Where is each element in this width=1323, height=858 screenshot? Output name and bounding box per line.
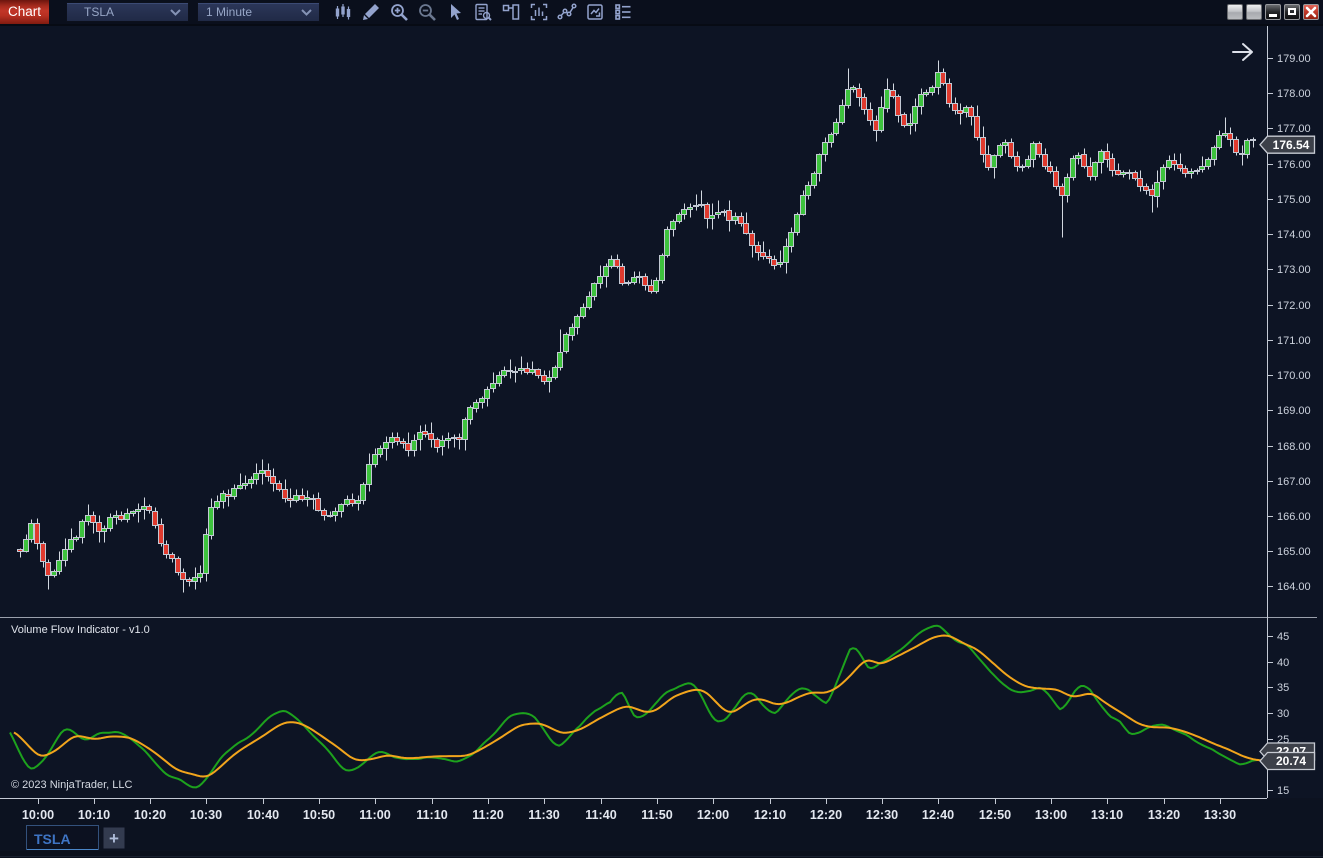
svg-text:178.00: 178.00: [1277, 88, 1311, 100]
svg-text:13:10: 13:10: [1091, 808, 1123, 822]
svg-text:10:00: 10:00: [22, 808, 54, 822]
svg-text:166.00: 166.00: [1277, 511, 1311, 523]
svg-text:11:10: 11:10: [416, 808, 448, 822]
svg-text:10:10: 10:10: [78, 808, 110, 822]
svg-text:+: +: [109, 829, 119, 848]
svg-text:173.00: 173.00: [1277, 264, 1311, 276]
svg-text:167.00: 167.00: [1277, 476, 1311, 488]
svg-text:11:00: 11:00: [359, 808, 391, 822]
svg-text:170.00: 170.00: [1277, 370, 1311, 382]
svg-text:12:10: 12:10: [754, 808, 786, 822]
svg-text:13:30: 13:30: [1204, 808, 1236, 822]
svg-text:15: 15: [1277, 785, 1289, 797]
svg-text:11:50: 11:50: [641, 808, 673, 822]
svg-text:177.00: 177.00: [1277, 123, 1311, 135]
svg-text:172.00: 172.00: [1277, 300, 1311, 312]
svg-text:175.00: 175.00: [1277, 194, 1311, 206]
svg-text:35: 35: [1277, 682, 1289, 694]
svg-text:13:00: 13:00: [1035, 808, 1067, 822]
svg-text:Volume Flow Indicator - v1.0: Volume Flow Indicator - v1.0: [11, 624, 150, 636]
svg-text:174.00: 174.00: [1277, 229, 1311, 241]
svg-text:20.74: 20.74: [1276, 754, 1306, 768]
svg-text:© 2023 NinjaTrader, LLC: © 2023 NinjaTrader, LLC: [11, 779, 132, 791]
svg-text:11:40: 11:40: [585, 808, 617, 822]
svg-text:12:00: 12:00: [697, 808, 729, 822]
svg-text:40: 40: [1277, 657, 1289, 669]
svg-text:13:20: 13:20: [1148, 808, 1180, 822]
svg-text:171.00: 171.00: [1277, 335, 1311, 347]
svg-text:12:40: 12:40: [922, 808, 954, 822]
svg-text:10:30: 10:30: [190, 808, 222, 822]
svg-text:176.54: 176.54: [1273, 138, 1310, 152]
svg-text:11:20: 11:20: [472, 808, 504, 822]
svg-text:12:30: 12:30: [866, 808, 898, 822]
svg-text:176.00: 176.00: [1277, 159, 1311, 171]
svg-text:168.00: 168.00: [1277, 441, 1311, 453]
svg-text:30: 30: [1277, 708, 1289, 720]
svg-text:165.00: 165.00: [1277, 546, 1311, 558]
svg-text:11:30: 11:30: [528, 808, 560, 822]
svg-text:10:40: 10:40: [247, 808, 279, 822]
svg-text:10:50: 10:50: [303, 808, 335, 822]
svg-text:12:20: 12:20: [810, 808, 842, 822]
svg-text:169.00: 169.00: [1277, 405, 1311, 417]
svg-text:TSLA: TSLA: [34, 831, 71, 847]
svg-text:12:50: 12:50: [979, 808, 1011, 822]
svg-text:45: 45: [1277, 631, 1289, 643]
svg-text:10:20: 10:20: [134, 808, 166, 822]
svg-text:164.00: 164.00: [1277, 581, 1311, 593]
svg-text:179.00: 179.00: [1277, 53, 1311, 65]
